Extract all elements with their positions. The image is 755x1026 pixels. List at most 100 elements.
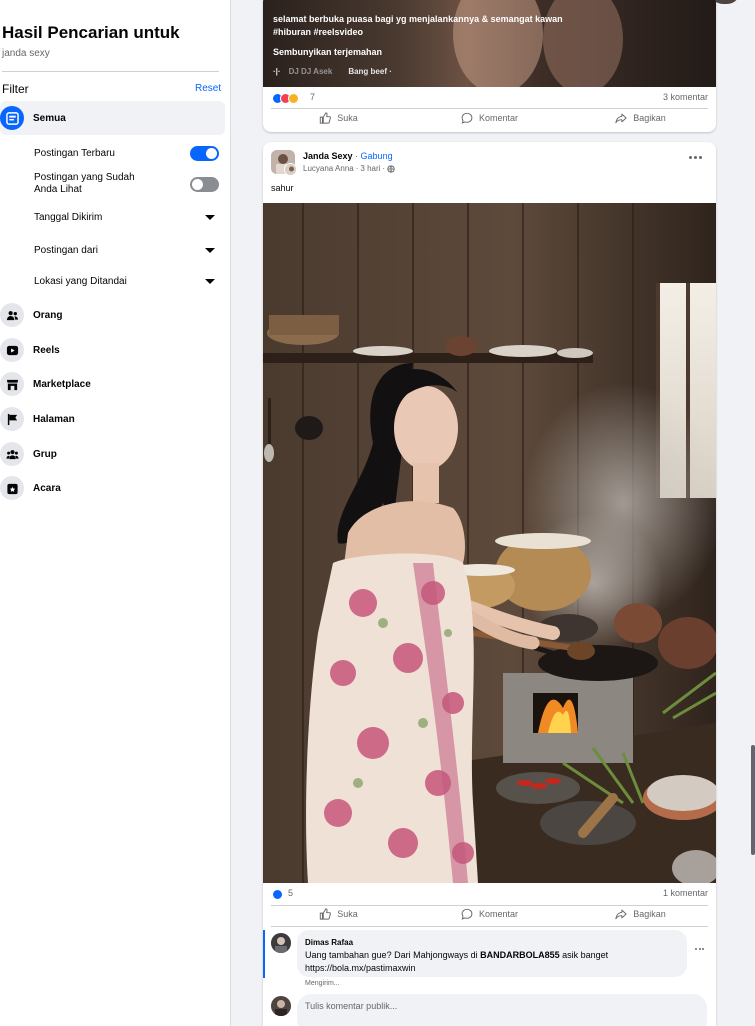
reel-post-card: selamat berbuka puasa bagi yg menjalanka… [263, 0, 716, 132]
filter-posts-from[interactable]: Postingan dari [34, 243, 219, 257]
sidebar-item-reels[interactable]: Reels [0, 333, 225, 367]
post-author[interactable]: Lucyana Anna [303, 164, 354, 173]
sidebar-item-label: Marketplace [33, 378, 91, 390]
join-group-link[interactable]: Gabung [361, 151, 393, 161]
audio-artist: DJ DJ Asek [288, 67, 333, 76]
reel-caption-line1: selamat berbuka puasa bagi yg menjalanka… [273, 14, 563, 24]
recent-posts-toggle[interactable] [190, 145, 219, 161]
comment-count[interactable]: 1 komentar [663, 888, 708, 898]
comment-input-placeholder: Tulis komentar publik... [305, 1001, 398, 1011]
people-icon [0, 303, 24, 327]
sidebar-item-marketplace[interactable]: Marketplace [0, 367, 225, 401]
comment-status: Mengirim... [305, 980, 340, 987]
comment-link[interactable]: https://bola.mx/pastimaxwin [305, 962, 679, 975]
thumbs-up-icon [320, 112, 332, 124]
like-button[interactable]: Suka [263, 901, 414, 927]
comment-icon [461, 112, 473, 124]
share-icon [615, 909, 627, 920]
sidebar-item-halaman[interactable]: Halaman [0, 402, 225, 436]
reel-video-preview[interactable]: selamat berbuka puasa bagi yg menjalanka… [263, 0, 716, 87]
audio-wave-icon: ·|· [273, 67, 281, 76]
comment-icon [461, 908, 473, 920]
comment-bubble: Dimas Rafaa Uang tambahan gue? Dari Mahj… [297, 930, 687, 977]
like-button[interactable]: Suka [263, 105, 414, 131]
marketplace-icon [0, 372, 24, 396]
filter-label: Postingan dari [34, 244, 98, 256]
author-avatar-image [285, 164, 296, 175]
comment-thread: Dimas Rafaa Uang tambahan gue? Dari Mahj… [263, 930, 716, 990]
share-label: Bagikan [633, 113, 666, 123]
seen-posts-toggle[interactable] [190, 176, 219, 192]
reels-icon [0, 338, 24, 362]
sidebar-item-label: Orang [33, 309, 63, 321]
calendar-star-icon [0, 476, 24, 500]
search-query: janda sexy [2, 48, 50, 59]
reaction-count: 7 [310, 92, 316, 102]
chevron-down-icon [205, 278, 215, 284]
feed-icon [0, 106, 24, 130]
reel-caption-line2: #hiburan #reelsvideo [273, 27, 364, 37]
new-comment-indicator [263, 930, 265, 978]
sidebar-item-label: Reels [33, 344, 60, 356]
globe-icon [387, 164, 395, 173]
sidebar-item-label: Acara [33, 482, 61, 494]
sidebar-item-orang[interactable]: Orang [0, 298, 225, 332]
filter-heading: Filter [2, 82, 29, 96]
my-avatar-image [271, 996, 291, 1016]
post-time[interactable]: 3 hari [360, 164, 380, 173]
comment-button[interactable]: Komentar [414, 901, 565, 927]
share-icon [615, 113, 627, 124]
care-reaction-icon [288, 93, 299, 104]
filter-tagged-location[interactable]: Lokasi yang Ditandai [34, 274, 219, 288]
commenter-avatar-image [271, 933, 291, 953]
page-scrollbar[interactable] [751, 745, 755, 855]
post-header-line2: Lucyana Anna · 3 hari · [303, 164, 395, 173]
sidebar-item-label: Grup [33, 448, 57, 460]
author-avatar[interactable] [284, 163, 297, 176]
chevron-down-icon [205, 247, 215, 253]
more-options-icon[interactable] [689, 156, 702, 159]
reel-audio-bar[interactable]: ·|· DJ DJ Asek Bang beef · [273, 67, 392, 76]
post-photo[interactable] [263, 203, 716, 883]
comment-label: Komentar [478, 909, 519, 919]
filter-recent-posts[interactable]: Postingan Terbaru [34, 145, 219, 161]
sidebar-item-acara[interactable]: Acara [0, 471, 225, 505]
comment-author[interactable]: Dimas Rafaa [305, 936, 679, 949]
post-actions: Suka Komentar Bagikan [263, 901, 716, 927]
divider [271, 926, 708, 927]
share-button[interactable]: Bagikan [565, 105, 716, 131]
reset-link[interactable]: Reset [195, 83, 221, 94]
sidebar-item-label: Semua [33, 112, 66, 124]
sidebar-item-semua[interactable]: Semua [0, 101, 225, 135]
like-label: Suka [337, 113, 358, 123]
thumbs-up-icon [320, 908, 332, 920]
like-label: Suka [337, 909, 358, 919]
hide-translation-link[interactable]: Sembunyikan terjemahan [273, 47, 382, 57]
audio-title: Bang beef · [348, 67, 392, 76]
comment-options-icon[interactable] [695, 948, 704, 950]
comment-button[interactable]: Komentar [414, 105, 565, 131]
flag-icon [0, 407, 24, 431]
filter-label: Lokasi yang Ditandai [34, 275, 127, 287]
filter-seen-posts[interactable]: Postingan yang Sudah Anda Lihat [34, 171, 219, 197]
like-reaction-icon [272, 889, 283, 900]
filter-label: Tanggal Dikirim [34, 211, 103, 223]
commenter-avatar[interactable] [271, 933, 291, 953]
post-actions: Suka Komentar Bagikan [263, 105, 716, 131]
filter-date-posted[interactable]: Tanggal Dikirim [34, 210, 219, 224]
sidebar-divider [2, 71, 219, 72]
my-avatar[interactable] [271, 996, 291, 1016]
group-name[interactable]: Janda Sexy [303, 151, 353, 161]
comment-composer: Tulis komentar publik... [263, 994, 716, 1026]
comment-text: Uang tambahan gue? Dari Mahjongways di B… [305, 950, 609, 960]
filter-label: Postingan Terbaru [34, 147, 115, 159]
share-button[interactable]: Bagikan [565, 901, 716, 927]
comment-input[interactable]: Tulis komentar publik... [297, 994, 707, 1026]
search-filter-sidebar: Hasil Pencarian untuk janda sexy Filter … [0, 0, 231, 1026]
share-label: Bagikan [633, 909, 666, 919]
comment-label: Komentar [478, 113, 519, 123]
comment-count[interactable]: 3 komentar [663, 92, 708, 102]
post-caption: sahur [271, 183, 294, 193]
sidebar-item-grup[interactable]: Grup [0, 437, 225, 471]
filter-label: Postingan yang Sudah Anda Lihat [34, 172, 135, 195]
